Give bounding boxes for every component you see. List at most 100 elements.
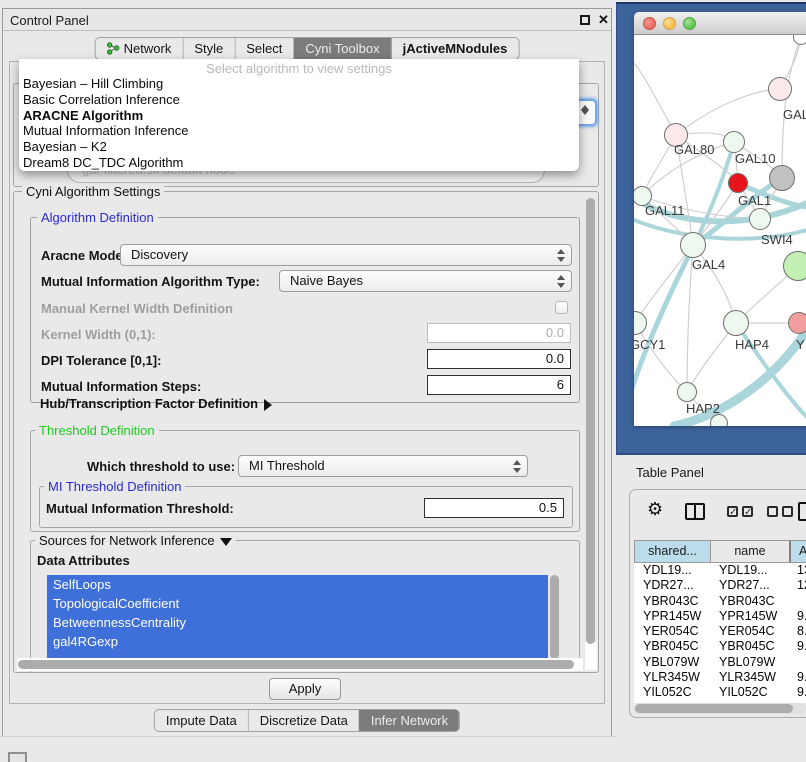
checked-box-icon[interactable]: ✓ bbox=[742, 506, 753, 517]
control-panel-window: Control Panel ✕ Network Style Select bbox=[2, 8, 612, 737]
table-row[interactable]: YDL19...YDL19...13 bbox=[634, 563, 806, 578]
network-view-frame: GALGAL80GAL10GAL1GAL11SWI4GAL4GCY1HAP4YH… bbox=[616, 2, 806, 455]
table-row[interactable]: YPR145WYPR145W9. bbox=[634, 609, 806, 624]
table-cell: YLR345W bbox=[710, 670, 789, 685]
column-header-name[interactable]: name bbox=[710, 540, 789, 563]
aracne-mode-combo[interactable]: Discovery bbox=[120, 244, 572, 266]
network-node[interactable] bbox=[710, 414, 728, 426]
table-cell: YDL19... bbox=[634, 563, 710, 578]
tab-jactivemnodules[interactable]: jActiveMNodules bbox=[391, 38, 519, 59]
table-cell: YER054C bbox=[634, 624, 710, 639]
network-node-gal1[interactable] bbox=[728, 173, 748, 193]
tab-network-label: Network bbox=[124, 41, 172, 56]
table-row[interactable]: YDR27...YDR27...12 bbox=[634, 578, 806, 593]
algorithm-option[interactable]: Bayesian – Hill Climbing bbox=[19, 76, 579, 92]
network-node-hap4[interactable] bbox=[723, 310, 749, 336]
data-attributes-list[interactable]: SelfLoopsTopologicalCoefficientBetweenne… bbox=[47, 575, 548, 659]
table-row[interactable]: YLR345WYLR345W9. bbox=[634, 670, 806, 685]
settings-vscrollbar[interactable] bbox=[585, 196, 597, 670]
dpi-tolerance-field[interactable]: 0.0 bbox=[427, 349, 571, 369]
kernel-width-field[interactable]: 0.0 bbox=[427, 323, 571, 343]
table-cell: YBR043C bbox=[634, 594, 710, 609]
data-attribute-item[interactable]: SelfLoops bbox=[47, 575, 548, 594]
table-row[interactable]: YBR043CYBR043C bbox=[634, 594, 806, 609]
unchecked-box-icon[interactable] bbox=[782, 506, 793, 517]
column-header-shared-name[interactable]: shared... bbox=[634, 540, 710, 563]
tab-impute-data[interactable]: Impute Data bbox=[155, 710, 248, 731]
network-window: GALGAL80GAL10GAL1GAL11SWI4GAL4GCY1HAP4YH… bbox=[634, 12, 806, 426]
table-cell: YPR145W bbox=[710, 609, 789, 624]
network-node[interactable] bbox=[769, 165, 795, 191]
algorithm-definition-group: Algorithm Definition Aracne Mode: Discov… bbox=[30, 217, 580, 403]
checked-box-icon[interactable]: ✓ bbox=[727, 506, 738, 517]
mi-steps-label: Mutual Information Steps: bbox=[41, 379, 201, 394]
tab-infer-network[interactable]: Infer Network bbox=[359, 710, 459, 731]
mi-threshold-field[interactable]: 0.5 bbox=[424, 498, 564, 518]
mi-steps-field[interactable]: 6 bbox=[427, 375, 571, 395]
table-hscrollbar[interactable] bbox=[634, 703, 806, 714]
table-row[interactable]: YER054CYER054C8. bbox=[634, 624, 806, 639]
table-rows[interactable]: YDL19...YDL19...13YDR27...YDR27...12YBR0… bbox=[634, 563, 806, 703]
table-cell: YIL052C bbox=[710, 685, 789, 700]
which-threshold-combo[interactable]: MI Threshold bbox=[238, 455, 528, 477]
tab-style[interactable]: Style bbox=[182, 38, 234, 59]
node-label: GAL80 bbox=[674, 142, 714, 157]
manual-kernel-width-checkbox[interactable] bbox=[555, 301, 568, 314]
close-icon[interactable]: ✕ bbox=[598, 12, 609, 28]
close-traffic-light[interactable] bbox=[643, 17, 656, 30]
table-cell: YER054C bbox=[710, 624, 789, 639]
sources-group: Sources for Network Inference Data Attri… bbox=[30, 540, 580, 673]
table-cell bbox=[789, 655, 806, 670]
dpi-tolerance-label: DPI Tolerance [0,1]: bbox=[41, 353, 161, 368]
control-panel-tabbar: Network Style Select Cyni Toolbox jActiv… bbox=[95, 37, 520, 60]
network-window-titlebar[interactable] bbox=[634, 12, 806, 35]
network-canvas[interactable]: GALGAL80GAL10GAL1GAL11SWI4GAL4GCY1HAP4YH… bbox=[634, 35, 806, 426]
table-cell: 9. bbox=[789, 685, 806, 700]
data-attribute-item[interactable]: gal4RGexp bbox=[47, 632, 548, 651]
table-panel-title: Table Panel bbox=[636, 465, 704, 480]
attributes-scrollbar[interactable] bbox=[550, 575, 560, 659]
table-row[interactable]: YBL079WYBL079W bbox=[634, 655, 806, 670]
algorithm-definition-title: Algorithm Definition bbox=[37, 210, 158, 225]
tab-select[interactable]: Select bbox=[234, 38, 293, 59]
network-node-y[interactable] bbox=[788, 312, 806, 334]
float-window-icon[interactable] bbox=[580, 15, 590, 25]
tab-discretize-data[interactable]: Discretize Data bbox=[248, 710, 359, 731]
columns-icon[interactable] bbox=[685, 503, 705, 520]
algorithm-option[interactable]: ARACNE Algorithm bbox=[19, 108, 579, 124]
settings-hscrollbar[interactable] bbox=[17, 658, 583, 671]
table-cell: 9. bbox=[789, 670, 806, 685]
algorithm-dropdown-list: Bayesian – Hill ClimbingBasic Correlatio… bbox=[19, 76, 579, 171]
minimize-traffic-light[interactable] bbox=[663, 17, 676, 30]
network-node-swi4[interactable] bbox=[749, 208, 771, 230]
column-header-partial[interactable]: A bbox=[789, 540, 806, 563]
algorithm-option[interactable]: Dream8 DC_TDC Algorithm bbox=[19, 155, 579, 171]
mi-algorithm-type-label: Mutual Information Algorithm Type: bbox=[41, 274, 260, 289]
table-row[interactable]: YIL052CYIL052C9. bbox=[634, 685, 806, 700]
data-attribute-item[interactable]: BetweennessCentrality bbox=[47, 613, 548, 632]
mi-algorithm-type-combo[interactable]: Naive Bayes bbox=[279, 270, 572, 292]
network-node-gal[interactable] bbox=[768, 77, 792, 101]
hub-tf-definition-toggle[interactable]: Hub/Transcription Factor Definition bbox=[40, 396, 272, 411]
table-cell: YDR27... bbox=[710, 578, 789, 593]
tab-cyni-toolbox[interactable]: Cyni Toolbox bbox=[293, 38, 390, 59]
network-node-gal10[interactable] bbox=[723, 131, 745, 153]
minimized-panel-chip[interactable] bbox=[8, 752, 27, 762]
unchecked-box-icon[interactable] bbox=[767, 506, 778, 517]
network-node[interactable] bbox=[783, 251, 806, 281]
zoom-traffic-light[interactable] bbox=[683, 17, 696, 30]
tab-network[interactable]: Network bbox=[96, 38, 183, 59]
algorithm-option[interactable]: Basic Correlation Inference bbox=[19, 92, 579, 108]
gear-icon[interactable]: ⚙ bbox=[647, 499, 663, 520]
sources-group-title[interactable]: Sources for Network Inference bbox=[35, 533, 236, 548]
table-mode-icon[interactable] bbox=[798, 502, 806, 521]
apply-button[interactable]: Apply bbox=[269, 678, 341, 700]
network-node-gal4[interactable] bbox=[680, 232, 706, 258]
data-attribute-item[interactable]: TopologicalCoefficient bbox=[47, 594, 548, 613]
table-cell: YPR145W bbox=[634, 609, 710, 624]
table-cell: YBR045C bbox=[634, 639, 710, 654]
table-row[interactable]: YBR045CYBR045C9. bbox=[634, 639, 806, 654]
algorithm-option[interactable]: Bayesian – K2 bbox=[19, 139, 579, 155]
algorithm-option[interactable]: Mutual Information Inference bbox=[19, 123, 579, 139]
network-node-hap2[interactable] bbox=[677, 382, 697, 402]
